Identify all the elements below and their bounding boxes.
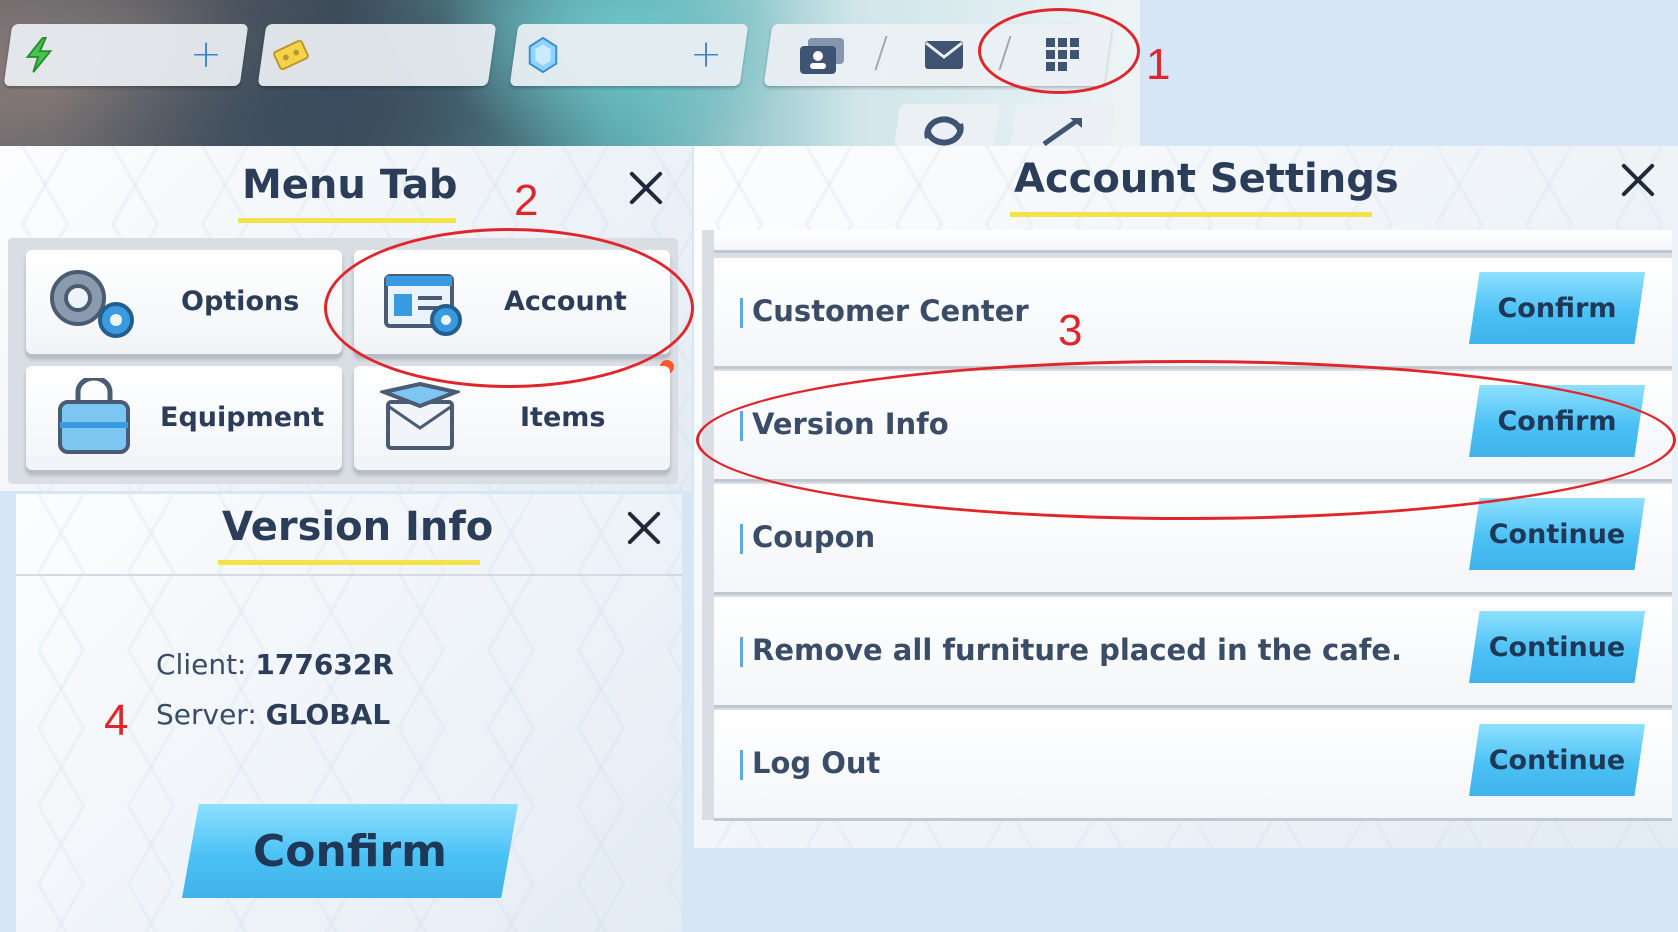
add-gem-button[interactable]: + [690,32,722,76]
annotation-circle-1 [978,8,1140,94]
refresh-icon [924,116,964,146]
account-settings-title: Account Settings [1014,156,1399,202]
gem-currency[interactable]: + [509,24,749,86]
log-out-continue-button[interactable]: Continue [1469,724,1645,796]
annotation-circle-3 [696,360,1676,520]
remove-furniture-label: Remove all furniture placed in the cafe. [752,633,1403,667]
coupon-continue-button[interactable]: Continue [1469,498,1645,570]
version-info-confirm-button[interactable]: Confirm [182,804,518,898]
annotation-number-1: 1 [1146,40,1171,89]
top-hud: + + [0,0,1140,146]
title-underline [238,218,456,223]
log-out-row: Log Out Continue [714,710,1672,818]
options-button[interactable]: Options [26,250,342,354]
version-info-title: Version Info [222,504,494,550]
box-icon [380,382,460,450]
client-value: 177632R [255,648,394,681]
close-menu-tab-button[interactable] [626,168,666,208]
add-energy-button[interactable]: + [190,32,222,76]
options-label: Options [181,286,300,317]
server-version-line: Server: GLOBAL [156,698,390,731]
contacts-icon[interactable] [798,36,846,76]
customer-center-confirm-button[interactable]: Confirm [1469,272,1645,344]
equipment-button[interactable]: Equipment [26,366,342,470]
ticket-currency[interactable] [257,24,497,86]
client-label: Client: [156,648,247,681]
account-settings-list: Customer Center Confirm Version Info Con… [702,230,1672,820]
close-version-info-button[interactable] [624,508,664,548]
gem-icon [528,36,558,74]
close-account-settings-button[interactable] [1618,160,1658,200]
header-divider [16,574,682,576]
coupon-label: Coupon [752,520,876,554]
annotation-number-2: 2 [514,176,539,225]
row-accent-bar [740,298,743,328]
annotation-circle-2 [324,228,694,388]
energy-icon [25,36,53,73]
customer-center-label: Customer Center [752,294,1029,328]
server-value: GLOBAL [265,698,391,731]
remove-furniture-continue-button[interactable]: Continue [1469,611,1645,683]
client-version-line: Client: 177632R [156,648,394,681]
list-top-cap [714,230,1672,250]
bag-icon [58,378,130,454]
mail-icon[interactable] [924,40,964,70]
row-accent-bar [740,524,743,554]
energy-currency[interactable]: + [3,24,249,86]
title-underline [1010,212,1372,217]
annotation-number-3: 3 [1058,306,1083,355]
ticket-icon [273,39,309,71]
row-accent-bar [740,750,743,780]
gears-icon [50,270,134,338]
title-underline [218,560,480,565]
items-label: Items [520,402,606,433]
server-label: Server: [156,698,257,731]
remove-furniture-row: Remove all furniture placed in the cafe.… [714,597,1672,705]
menu-tab-title: Menu Tab [242,162,458,208]
row-accent-bar [740,637,743,667]
customer-center-row: Customer Center Confirm [714,258,1672,366]
log-out-label: Log Out [752,746,881,780]
fullscreen-icon [1042,117,1082,146]
equipment-label: Equipment [160,402,325,433]
annotation-number-4: 4 [104,696,129,745]
